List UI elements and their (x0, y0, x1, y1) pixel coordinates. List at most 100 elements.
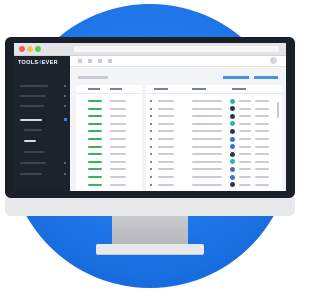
sidebar-subitem-active[interactable] (24, 140, 36, 142)
cell-text (158, 183, 174, 186)
cell-text (192, 107, 222, 110)
status-dot-icon (230, 98, 235, 104)
cell-text (110, 153, 126, 156)
table-row[interactable] (146, 166, 274, 172)
table-row[interactable] (146, 151, 274, 157)
browser-window: TOOLS4EVER (14, 43, 286, 191)
toolbar-icon[interactable] (98, 59, 102, 63)
header-divider (76, 93, 142, 94)
table-row[interactable] (76, 122, 142, 126)
table-row[interactable] (146, 98, 274, 104)
table-row[interactable] (76, 129, 142, 133)
column-header (232, 88, 246, 90)
column-header (88, 88, 100, 90)
cell-text (255, 122, 269, 125)
table-row[interactable] (76, 167, 142, 171)
table-row[interactable] (76, 160, 142, 164)
avatar[interactable] (270, 57, 277, 64)
monitor-chin (5, 198, 295, 216)
status-dot-icon (230, 106, 235, 112)
table-row[interactable] (76, 145, 142, 149)
row-marker (150, 115, 152, 118)
chevron-icon (64, 162, 66, 164)
status-bar (88, 122, 102, 125)
table-row[interactable] (146, 136, 274, 142)
maximize-window-icon[interactable] (35, 46, 41, 52)
status-bar (88, 115, 102, 118)
status-dot-icon (230, 159, 235, 165)
toolbar-icon[interactable] (78, 59, 82, 63)
cell-text (255, 153, 269, 156)
table-row[interactable] (76, 152, 142, 156)
primary-action-button[interactable] (223, 76, 249, 79)
column-header (154, 88, 168, 90)
table-row[interactable] (146, 106, 274, 112)
app-logo[interactable]: TOOLS4EVER (18, 60, 58, 66)
toolbar-icon[interactable] (88, 59, 92, 63)
sidebar-subitem[interactable] (24, 129, 42, 131)
cell-text (192, 160, 222, 163)
status-bar (88, 153, 102, 156)
sidebar-subitem[interactable] (24, 151, 44, 153)
cell-text (110, 183, 126, 186)
secondary-action-button[interactable] (254, 76, 278, 79)
table-row[interactable] (76, 183, 142, 187)
cell-text (158, 100, 174, 102)
monitor-stand-base (96, 244, 204, 254)
table-row[interactable] (76, 107, 142, 111)
minimize-window-icon[interactable] (27, 46, 33, 52)
sidebar-item[interactable] (20, 173, 42, 175)
scrollbar[interactable] (277, 102, 279, 118)
cell-text (239, 107, 251, 110)
cell-text (255, 107, 269, 110)
cell-text (239, 130, 251, 133)
column-header (192, 88, 206, 90)
top-bar (70, 56, 286, 67)
cell-text (192, 168, 222, 171)
cell-text (158, 115, 174, 118)
table-row[interactable] (146, 144, 274, 150)
table-row[interactable] (146, 182, 274, 188)
status-bar (88, 160, 102, 163)
address-bar[interactable] (74, 46, 279, 52)
table-row[interactable] (146, 113, 274, 119)
cell-text (239, 160, 251, 163)
table-row[interactable] (146, 121, 274, 127)
chevron-icon (64, 173, 66, 175)
close-window-icon[interactable] (19, 46, 25, 52)
cell-text (255, 145, 269, 148)
table-row[interactable] (146, 128, 274, 134)
toolbar-icon[interactable] (108, 59, 112, 63)
cell-text (110, 145, 126, 148)
sidebar-item[interactable] (20, 105, 44, 107)
status-dot-icon (230, 121, 235, 127)
row-marker (150, 130, 152, 133)
cell-text (110, 138, 126, 140)
page-title (78, 76, 108, 79)
table-row[interactable] (76, 99, 142, 103)
table-row[interactable] (76, 114, 142, 118)
cell-text (239, 115, 251, 118)
cell-text (239, 100, 251, 102)
cell-text (158, 153, 174, 156)
cell-text (255, 138, 269, 140)
table-row[interactable] (146, 174, 274, 180)
chevron-icon (64, 105, 66, 107)
table-row[interactable] (76, 137, 142, 141)
browser-chrome (14, 43, 286, 56)
cell-text (239, 138, 251, 140)
sidebar-item[interactable] (20, 162, 46, 164)
cell-text (255, 130, 269, 133)
sidebar-item[interactable] (20, 85, 48, 87)
status-bar (88, 183, 102, 186)
cell-text (158, 122, 174, 125)
row-marker (150, 168, 152, 171)
cell-text (192, 130, 222, 133)
row-marker (150, 145, 152, 148)
table-row[interactable] (76, 175, 142, 179)
status-bar (88, 168, 102, 171)
sidebar-item[interactable] (20, 95, 46, 97)
table-row[interactable] (146, 159, 274, 165)
sidebar-item-active[interactable] (20, 119, 42, 121)
status-bar (88, 176, 102, 178)
